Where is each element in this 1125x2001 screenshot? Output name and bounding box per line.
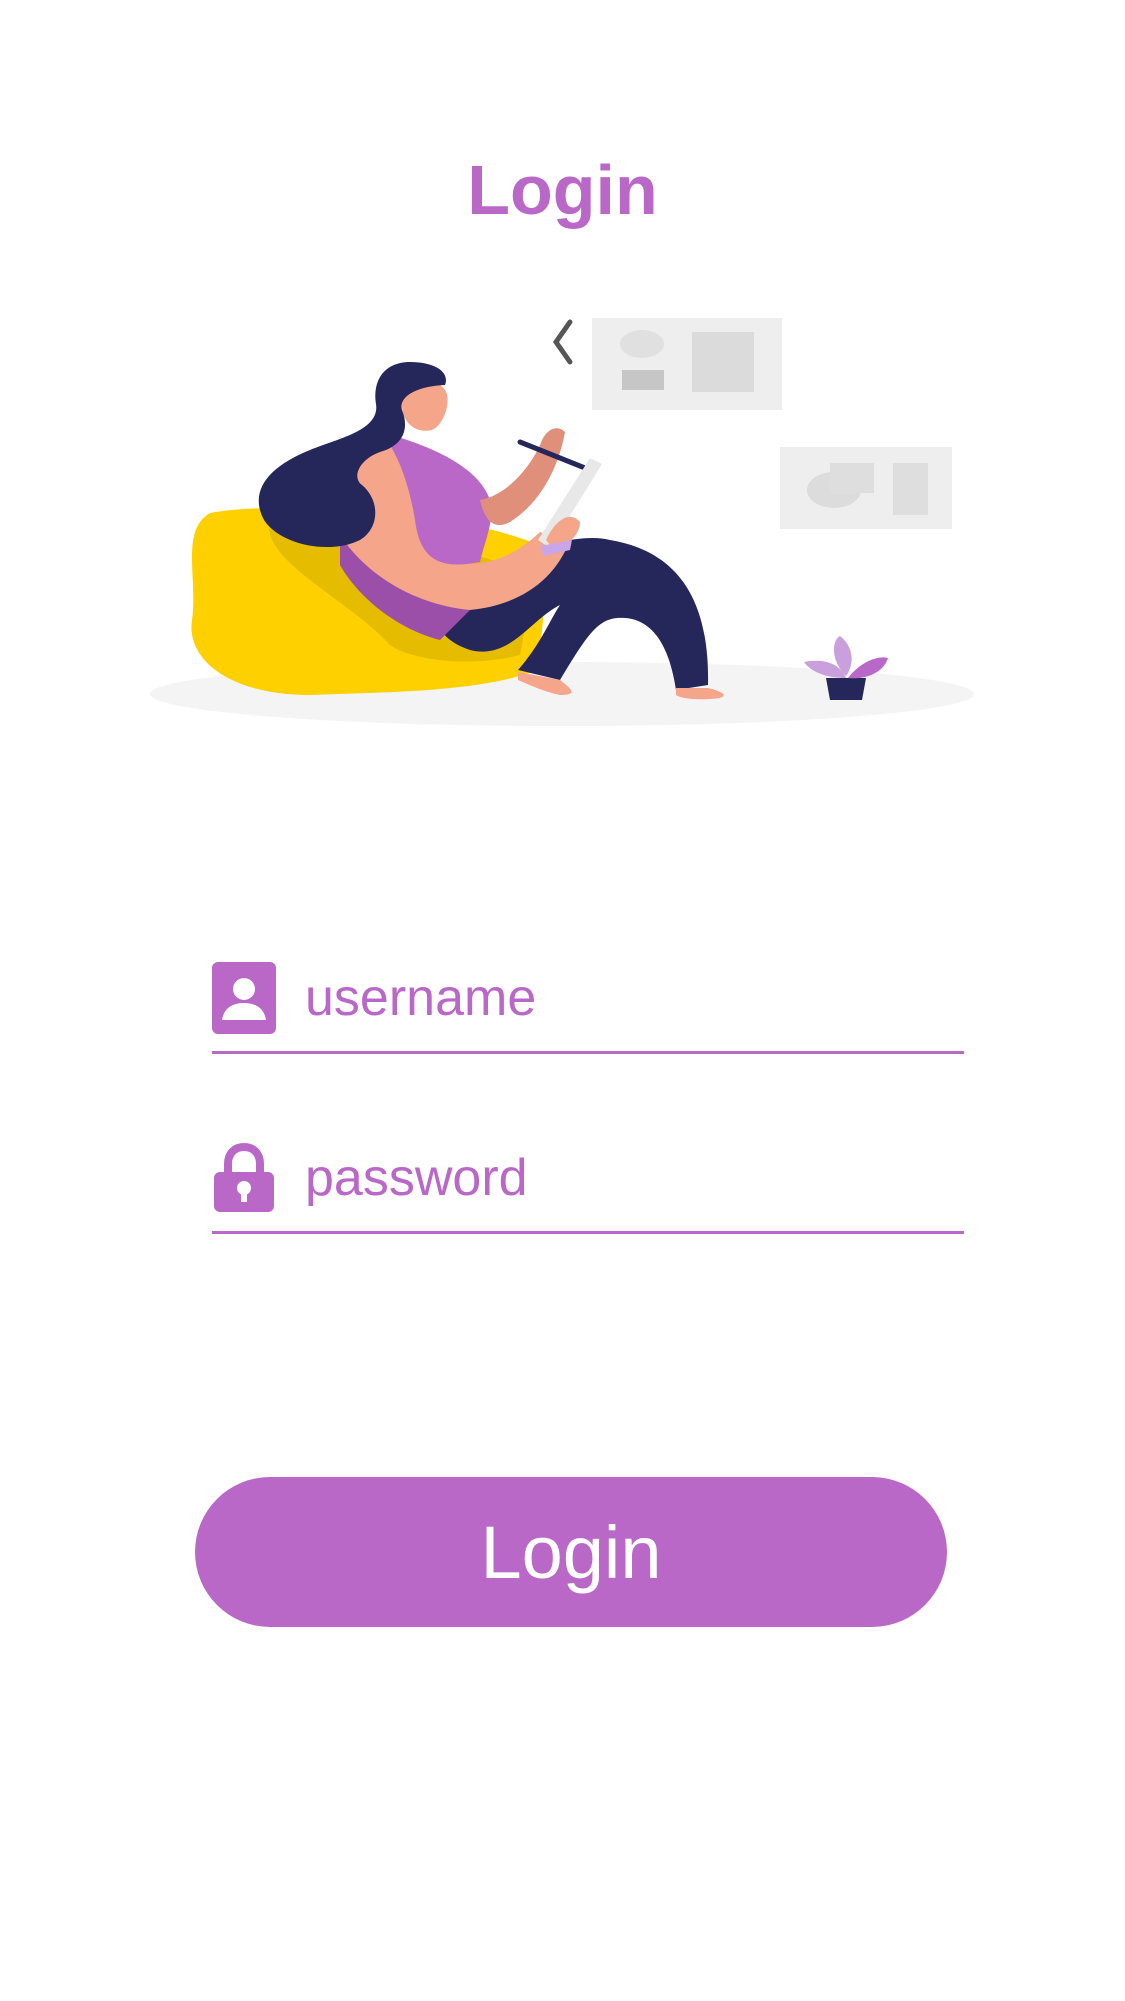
username-input[interactable] bbox=[305, 962, 945, 1034]
lock-icon bbox=[214, 1142, 274, 1212]
page-title: Login bbox=[467, 151, 658, 229]
password-field bbox=[212, 1142, 964, 1237]
username-field bbox=[212, 962, 964, 1057]
reading-woman-illustration bbox=[150, 318, 974, 726]
chevron-left-icon bbox=[552, 319, 573, 365]
password-input[interactable] bbox=[305, 1142, 945, 1214]
password-underline bbox=[212, 1231, 964, 1234]
user-icon bbox=[212, 962, 276, 1034]
username-underline bbox=[212, 1051, 964, 1054]
login-button[interactable]: Login bbox=[195, 1477, 947, 1627]
plant-pot bbox=[826, 678, 866, 700]
